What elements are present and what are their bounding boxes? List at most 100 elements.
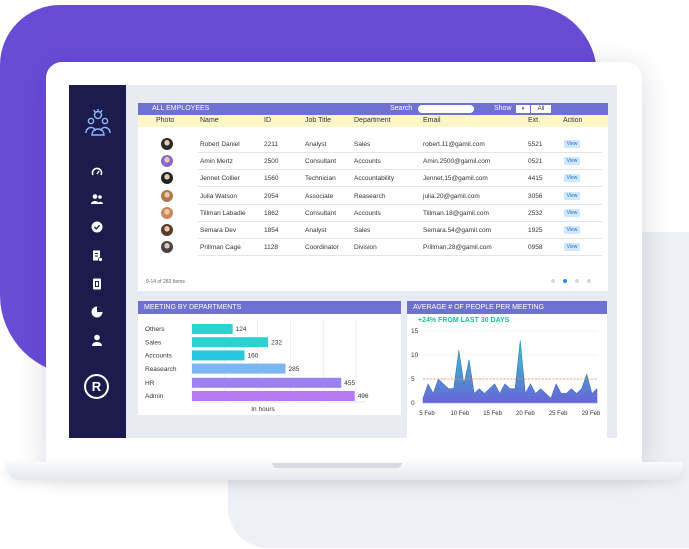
view-button[interactable]: View (564, 191, 580, 200)
employee-job-title: Technician (305, 175, 336, 183)
employee-name: Jennet Collier (200, 175, 240, 183)
employee-email: Jennet.15@gamil.com (423, 175, 488, 183)
col-action[interactable]: Action (563, 115, 582, 127)
search-input[interactable] (418, 105, 474, 113)
table-row[interactable]: Robert Daniel 2211 Analyst Sales robert.11@g… (138, 136, 608, 153)
value-label: 124 (236, 326, 247, 333)
view-button[interactable]: View (564, 157, 580, 166)
col-email[interactable]: Email (423, 115, 441, 127)
team-logo-icon[interactable] (84, 107, 112, 137)
table-header: Photo Name ID Job Title Department Email… (138, 115, 608, 127)
col-photo[interactable]: Photo (156, 115, 174, 127)
x-tick-label: 29 Feb (582, 411, 601, 417)
value-label: 232 (271, 339, 282, 346)
employee-job-title: Analyst (305, 141, 327, 148)
bar (192, 363, 286, 374)
view-button[interactable]: View (564, 140, 580, 148)
value-label: 160 (247, 353, 258, 360)
table-row[interactable]: Prillman Cage 1128 Coordinator Division Pril… (138, 239, 608, 257)
table-row[interactable]: Amin Mertz 2500 Consultant Accounts Amin.250… (138, 153, 608, 171)
value-label: 496 (358, 393, 369, 400)
x-axis-label: In hours (251, 406, 275, 413)
employee-id: 2211 (264, 141, 278, 148)
col-ext[interactable]: Ext. (528, 115, 540, 127)
view-button[interactable]: View (564, 208, 580, 217)
value-label: 455 (344, 380, 355, 387)
sidebar: R (69, 85, 126, 438)
page-dot[interactable] (551, 279, 555, 283)
category-label: HR (145, 380, 155, 387)
avg-people-panel: AVERAGE # OF PEOPLE PER MEETING +24% FRO… (407, 301, 607, 438)
col-id[interactable]: ID (264, 115, 271, 127)
value-label: 285 (288, 366, 299, 373)
employee-ext: 2532 (528, 209, 543, 217)
view-button[interactable]: View (564, 226, 580, 234)
avatar (161, 189, 173, 202)
table-row[interactable]: Julia Watson 2054 Associate Reasearch julia.… (138, 188, 608, 205)
employee-department: Accounts (354, 158, 381, 166)
employee-email: robert.11@gamil.com (423, 141, 485, 148)
pagination-dots[interactable] (551, 279, 591, 285)
employee-department: Sales (354, 141, 371, 148)
all-employees-panel: ALL EMPLOYEES Search Show ▾ All Photo Na… (138, 103, 608, 291)
employee-name: Robert Daniel (200, 141, 240, 148)
employee-department: Accountability (354, 175, 395, 183)
show-label: Show (494, 105, 512, 112)
search-label: Search (390, 105, 413, 112)
meeting-by-departments-panel: MEETING BY DEPARTMENTS Others 124 Sales 232… (138, 301, 401, 415)
dashboard-gauge-icon[interactable] (90, 165, 104, 179)
pagination-info: 9-14 of 283 Items (146, 279, 185, 285)
row-divider (198, 255, 602, 257)
bar (192, 350, 245, 361)
view-button[interactable]: View (564, 243, 580, 252)
area-series (422, 340, 598, 404)
employee-name: Amin Mertz (200, 158, 233, 166)
user-icon[interactable] (90, 333, 104, 347)
registered-badge-icon[interactable]: R (84, 374, 109, 399)
check-circle-icon[interactable] (90, 220, 104, 234)
col-job-title[interactable]: Job Title (305, 115, 331, 127)
employee-name: Julia Watson (200, 192, 237, 200)
avatar (161, 206, 173, 219)
employee-name: Tillman Labadie (200, 209, 246, 217)
avg-area-chart: 0 5 10 15 5 Feb 10 Feb 15 Feb 20 Feb 25 Feb 29 Fe… (411, 328, 601, 417)
employee-job-title: Consultant (305, 158, 337, 166)
col-department[interactable]: Department (354, 115, 391, 127)
chevron-down-icon[interactable]: ▾ (516, 105, 530, 113)
bar (192, 324, 233, 334)
table-row[interactable]: Tillman Labadie 1862 Consultant Accounts Til… (138, 205, 608, 222)
employee-id: 2500 (264, 158, 279, 166)
employees-title: ALL EMPLOYEES (152, 105, 210, 112)
show-select[interactable]: All (531, 105, 551, 113)
dep-chart-title: MEETING BY DEPARTMENTS (138, 301, 401, 314)
page-dot[interactable] (587, 279, 591, 283)
category-label: Admin (145, 393, 164, 400)
avatar (161, 138, 173, 150)
document-icon[interactable] (90, 249, 104, 263)
employees-header: ALL EMPLOYEES Search Show ▾ All (138, 103, 608, 115)
y-tick-label: 10 (411, 352, 419, 359)
category-label: Sales (145, 339, 162, 346)
table-row[interactable]: Semara Dev 1854 Analyst Sales Semara.54@gami… (138, 222, 608, 239)
bar (192, 377, 342, 388)
users-icon[interactable] (90, 192, 104, 206)
view-button[interactable]: View (564, 174, 580, 183)
employee-ext: 0521 (528, 158, 543, 166)
contacts-book-icon[interactable] (90, 277, 104, 291)
employee-department: Division (354, 244, 377, 252)
employee-department: Reasearch (354, 192, 386, 200)
category-label: Reasearch (145, 366, 177, 373)
col-name[interactable]: Name (200, 115, 219, 127)
avatar (161, 172, 173, 185)
employee-id: 1128 (264, 244, 278, 252)
y-tick-label: 0 (411, 400, 415, 407)
employee-email: Prillman.28@gamil.com (423, 244, 492, 252)
page-dot[interactable] (575, 279, 579, 283)
page-dot-active[interactable] (563, 279, 567, 283)
table-row[interactable]: Jennet Collier 1560 Technician Accountabili… (138, 170, 608, 188)
employee-id: 2054 (264, 192, 279, 200)
employee-id: 1854 (264, 227, 279, 234)
y-tick-label: 15 (411, 328, 419, 335)
x-tick-label: 20 Feb (516, 411, 535, 417)
pie-chart-icon[interactable] (90, 305, 104, 319)
